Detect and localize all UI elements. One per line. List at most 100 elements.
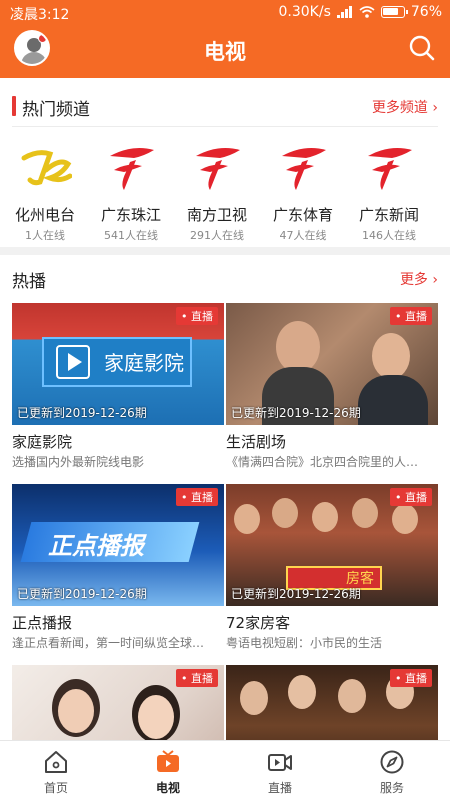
compass-icon <box>380 750 404 774</box>
more-hot-play-label: 更多 <box>399 272 428 288</box>
program-title: 72家房客 <box>226 614 291 632</box>
top-bar: 凌晨3:12 0.30K/s 76% 电视 <box>0 0 450 78</box>
update-tag: 已更新到2019-12-26期 <box>17 587 147 601</box>
thumb-face <box>240 681 268 715</box>
live-badge: • 直播 <box>390 669 432 687</box>
section-marker <box>12 96 16 116</box>
channel-item[interactable]: 广东体育 47人在线 <box>260 132 346 242</box>
thumb-face <box>138 695 174 739</box>
live-badge: • 直播 <box>390 488 432 506</box>
status-bar: 凌晨3:12 0.30K/s 76% <box>0 0 450 26</box>
status-time: 凌晨3:12 <box>10 7 70 23</box>
thumb-figure <box>358 375 428 425</box>
channel-name: 广东体育 <box>272 206 333 224</box>
program-thumbnail: 房客 • 直播 已更新到2019-12-26期 <box>226 484 438 606</box>
thumb-face <box>276 321 320 373</box>
more-channels-link[interactable]: 更多频道 › <box>372 97 438 117</box>
channel-name: 广东珠江 <box>100 206 161 224</box>
program-description: 粤语电视短剧：小市民的生活 <box>226 636 383 650</box>
live-badge-label: 直播 <box>405 491 427 504</box>
huazhou-logo-icon <box>21 150 72 186</box>
program-thumbnail: • 直播 <box>12 665 224 740</box>
thumb-face <box>352 498 378 528</box>
nav-home[interactable]: 首页 <box>0 741 112 800</box>
tv-icon <box>157 750 179 772</box>
video-camera-icon <box>268 754 292 771</box>
update-tag: 已更新到2019-12-26期 <box>231 587 361 601</box>
program-title: 正点播报 <box>12 614 73 632</box>
channel-count: 146人在线 <box>362 229 416 242</box>
channel-name: 南方卫视 <box>186 206 247 224</box>
gdtv-logo-icon <box>282 148 326 190</box>
thumb-face <box>234 504 260 534</box>
live-badge-label: 直播 <box>191 491 213 504</box>
status-right: 0.30K/s 76% <box>279 4 443 20</box>
channel-name: 广东新闻 <box>358 206 419 224</box>
channel-count: 1人在线 <box>25 229 65 242</box>
gdtv-logo-icon <box>196 148 240 190</box>
live-badge: • 直播 <box>176 669 218 687</box>
program-card[interactable]: • 直播 已更新到2019-12-26期 生活剧场 《情满四合院》北京四合院里的… <box>226 303 438 475</box>
program-thumbnail: 家庭影院 • 直播 已更新到2019-12-26期 <box>12 303 224 425</box>
section-separator <box>0 247 450 255</box>
gdtv-logo-icon <box>368 148 412 190</box>
thumb-face <box>312 502 338 532</box>
hot-channels-title: 热门频道 <box>22 100 90 120</box>
program-card[interactable]: • 直播 <box>226 665 438 740</box>
gdtv-logo-icon <box>110 148 154 190</box>
wifi-icon <box>359 6 375 18</box>
hot-play-title: 热播 <box>12 272 46 292</box>
channel-item[interactable]: 南方卫视 291人在线 <box>174 132 260 242</box>
nav-service[interactable]: 服务 <box>336 741 448 800</box>
channel-name: 化州电台 <box>14 206 75 224</box>
network-speed: 0.30K/s <box>278 4 331 20</box>
channel-count: 291人在线 <box>190 229 244 242</box>
channel-item[interactable]: 广东新闻 146人在线 <box>346 132 432 242</box>
thumb-text: 正点播报 <box>48 532 144 560</box>
search-icon[interactable] <box>408 34 436 62</box>
nav-label: 直播 <box>267 781 292 795</box>
update-tag: 已更新到2019-12-26期 <box>231 406 361 420</box>
program-title: 家庭影院 <box>12 433 73 451</box>
battery-icon <box>380 6 408 18</box>
program-thumbnail: 正点播报 • 直播 已更新到2019-12-26期 <box>12 484 224 606</box>
program-card[interactable]: 房客 • 直播 已更新到2019-12-26期 72家房客 粤语电视短剧：小市民… <box>226 484 438 656</box>
app-header: 电视 <box>0 26 450 78</box>
thumb-face <box>392 504 418 534</box>
thumb-face <box>58 689 94 733</box>
program-card[interactable]: 正点播报 • 直播 已更新到2019-12-26期 正点播报 逢正点看新闻，第一… <box>12 484 224 656</box>
nav-label: 电视 <box>155 781 180 795</box>
program-description: 逢正点看新闻，第一时间纵览全球… <box>12 636 205 650</box>
thumb-face <box>288 675 316 709</box>
nav-tv[interactable]: 电视 <box>112 741 224 800</box>
live-badge: • 直播 <box>176 488 218 506</box>
battery-level: 76% <box>410 4 442 20</box>
home-icon <box>45 751 67 773</box>
thumb-face <box>372 333 410 379</box>
channel-item[interactable]: 化州电台 1人在线 <box>2 132 88 242</box>
channel-list: 化州电台 1人在线 广东珠江 541人在线 南方卫视 291人在线 广东体育 4… <box>0 132 450 242</box>
live-badge-label: 直播 <box>405 310 427 323</box>
program-description: 选播国内外最新院线电影 <box>12 455 145 469</box>
play-icon <box>68 353 82 371</box>
page-title: 电视 <box>204 40 246 64</box>
program-card[interactable]: • 直播 <box>12 665 224 740</box>
live-badge-label: 直播 <box>191 310 213 323</box>
thumb-face <box>338 679 366 713</box>
nav-label: 服务 <box>379 781 404 795</box>
more-hot-play-link[interactable]: 更多 › <box>400 269 438 289</box>
program-thumbnail: • 直播 <box>226 665 438 740</box>
channel-item[interactable]: 广东珠江 541人在线 <box>88 132 174 242</box>
program-title: 生活剧场 <box>226 433 287 451</box>
hot-channels-header: 热门频道 更多频道 › <box>0 86 450 126</box>
more-channels-label: 更多频道 <box>371 100 428 116</box>
program-thumbnail: • 直播 已更新到2019-12-26期 <box>226 303 438 425</box>
nav-live[interactable]: 直播 <box>224 741 336 800</box>
update-tag: 已更新到2019-12-26期 <box>17 406 147 420</box>
channel-count: 47人在线 <box>279 229 327 242</box>
signal-icon <box>336 6 352 18</box>
live-badge-label: 直播 <box>191 672 213 685</box>
thumb-face <box>272 498 298 528</box>
program-card[interactable]: 家庭影院 • 直播 已更新到2019-12-26期 家庭影院 选播国内外最新院线… <box>12 303 224 475</box>
live-badge: • 直播 <box>176 307 218 325</box>
